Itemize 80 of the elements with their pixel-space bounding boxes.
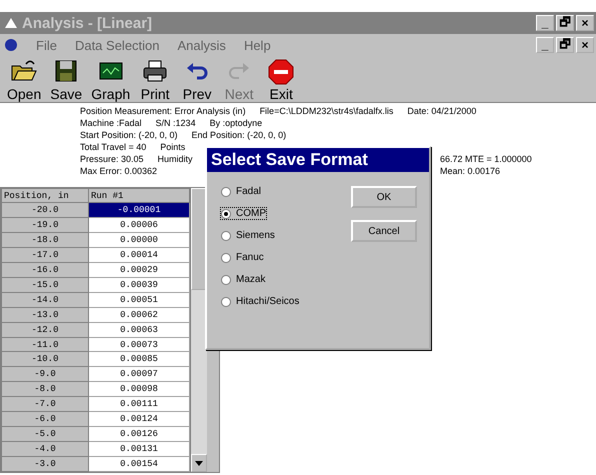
- info-text: Machine :Fadal: [80, 117, 142, 129]
- table-cell[interactable]: 0.00029: [88, 262, 190, 278]
- window-control-button[interactable]: _: [536, 15, 554, 31]
- exit-icon: [267, 58, 296, 86]
- row-header: -8.0: [2, 382, 88, 397]
- table-cell[interactable]: 0.00039: [88, 277, 190, 292]
- info-text: Start Position: (-20, 0, 0): [80, 129, 178, 141]
- toolbar-button[interactable]: Save: [46, 58, 86, 102]
- table-cell[interactable]: 0.00073: [88, 337, 190, 352]
- table-cell[interactable]: 0.00006: [88, 218, 190, 233]
- table-cell[interactable]: 0.00051: [88, 292, 190, 308]
- radio-option[interactable]: COMP: [221, 208, 266, 219]
- column-header: Run #1: [88, 188, 190, 203]
- row-header: -14.0: [2, 292, 88, 308]
- info-text: Humidity: [158, 153, 193, 165]
- row-header: -6.0: [2, 412, 88, 426]
- info-text: Date: 04/21/2000: [407, 105, 476, 117]
- table-cell[interactable]: 0.00126: [88, 426, 190, 442]
- row-header: -11.0: [2, 337, 88, 352]
- row-header: -5.0: [2, 426, 88, 442]
- info-text: File=C:\LDDM232\str4s\fadalfx.lis: [260, 105, 394, 117]
- toolbar-button[interactable]: Open: [4, 58, 44, 102]
- toolbar-button[interactable]: Print: [135, 58, 176, 102]
- radio-option[interactable]: Mazak: [221, 274, 266, 285]
- toolbar-button[interactable]: Exit: [261, 58, 302, 102]
- window-icon: [4, 16, 18, 30]
- toolbar-button[interactable]: Prev: [177, 58, 218, 102]
- radio-option[interactable]: Fadal: [221, 186, 262, 197]
- info-text: S/N :1234: [156, 117, 196, 129]
- table-cell[interactable]: 0.00111: [88, 396, 190, 412]
- row-header: -19.0: [2, 218, 88, 233]
- table-cell[interactable]: 0.00098: [88, 382, 190, 397]
- scroll-down-button[interactable]: [191, 454, 207, 472]
- dialog-title: Select Save Format: [207, 148, 429, 172]
- info-text: Points: [160, 141, 186, 153]
- row-header: -4.0: [2, 441, 88, 456]
- info-text: Mean: 0.00176: [440, 165, 500, 177]
- info-text: 66.72 MTE = 1.000000: [440, 153, 532, 165]
- window-control-button[interactable]: 🗗: [556, 15, 574, 31]
- table-cell[interactable]: 0.00063: [88, 322, 190, 338]
- row-header: -17.0: [2, 248, 88, 263]
- info-text: Total Travel = 40: [80, 141, 146, 153]
- table-cell[interactable]: 0.00154: [88, 456, 190, 472]
- info-text: By :optodyne: [210, 117, 262, 129]
- table-cell[interactable]: 0.00097: [88, 366, 190, 382]
- document-control-button[interactable]: 🗗: [556, 37, 574, 53]
- table-cell[interactable]: 0.00131: [88, 441, 190, 456]
- row-header: -15.0: [2, 277, 88, 292]
- info-text: End Position: (-20, 0, 0): [192, 129, 286, 141]
- row-header: -18.0: [2, 232, 88, 248]
- down-arrow-icon: [195, 460, 203, 466]
- radio-option[interactable]: Siemens: [221, 230, 275, 241]
- table-cell[interactable]: 0.00000: [88, 232, 190, 248]
- row-header: -13.0: [2, 307, 88, 322]
- window-control-button[interactable]: ×: [576, 15, 594, 31]
- table-cell[interactable]: 0.00062: [88, 307, 190, 322]
- dialog-button[interactable]: OK: [351, 186, 417, 208]
- row-header: -7.0: [2, 396, 88, 412]
- row-header: -16.0: [2, 262, 88, 278]
- row-header: -9.0: [2, 366, 88, 382]
- row-header: -12.0: [2, 322, 88, 338]
- row-header: -3.0: [2, 456, 88, 472]
- dialog-button[interactable]: Cancel: [351, 220, 417, 242]
- document-control-button[interactable]: _: [536, 37, 554, 53]
- window-title: Analysis - [Linear]: [22, 14, 154, 32]
- info-text: Max Error: 0.00362: [80, 165, 158, 177]
- document-control-button[interactable]: ×: [576, 37, 594, 53]
- row-header: -20.0: [2, 202, 88, 218]
- toolbar-button[interactable]: Graph: [88, 58, 134, 102]
- info-text: Pressure: 30.05: [80, 153, 144, 165]
- row-header: -10.0: [2, 352, 88, 367]
- table-cell[interactable]: 0.00014: [88, 248, 190, 263]
- radio-option[interactable]: Hitachi/Seicos: [221, 296, 300, 307]
- scrollbar[interactable]: [190, 188, 207, 472]
- info-text: Position Measurement: Error Analysis (in): [80, 105, 246, 117]
- table-cell[interactable]: -0.00001: [88, 202, 190, 218]
- radio-option[interactable]: Fanuc: [221, 252, 264, 263]
- table-cell[interactable]: 0.00124: [88, 412, 190, 426]
- column-header: Position, in: [2, 188, 88, 203]
- table-cell[interactable]: 0.00085: [88, 352, 190, 367]
